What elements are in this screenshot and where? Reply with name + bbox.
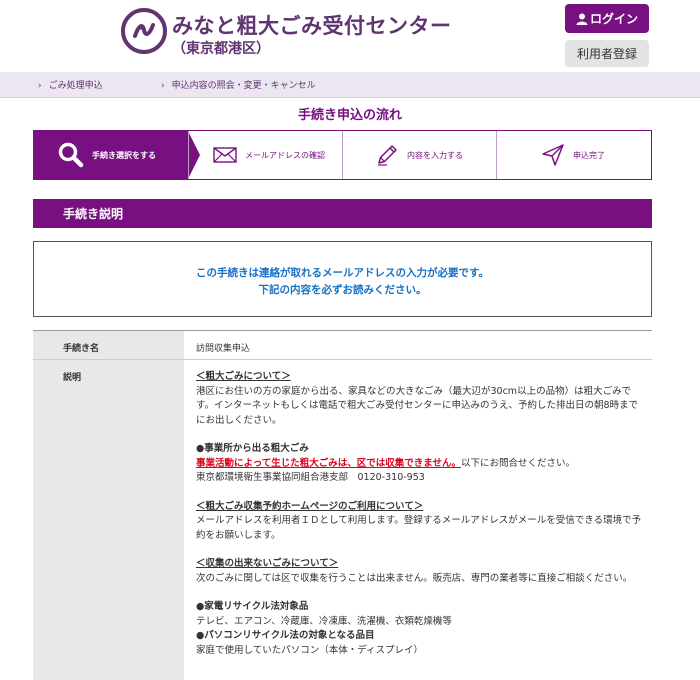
step-label: 手続き選択をする bbox=[92, 150, 156, 160]
login-label: ログイン bbox=[589, 12, 638, 26]
user-icon bbox=[576, 13, 588, 25]
procedure-name-header: 手続き名 bbox=[33, 331, 184, 359]
pencil-icon bbox=[375, 143, 399, 167]
desc-text-bulky: 港区にお住いの方の家庭から出る、家具などの大きなごみ（最大辺が30cm以上の品物… bbox=[196, 385, 639, 426]
nav-item-label: 申込内容の照会・変更・キャンセル bbox=[171, 81, 316, 91]
step-label: メールアドレスの確認 bbox=[245, 150, 325, 160]
mail-icon bbox=[213, 147, 237, 163]
notice-line-2: 下記の内容を必ずお読みください。 bbox=[258, 284, 427, 296]
description-header: 説明 bbox=[33, 360, 184, 680]
login-button[interactable]: ログイン bbox=[565, 4, 649, 33]
step-label: 申込完了 bbox=[573, 150, 605, 160]
chevron-right-icon: › bbox=[38, 81, 42, 91]
site-logo[interactable] bbox=[121, 8, 167, 54]
desc-heading-appliance: ●家電リサイクル法対象品 bbox=[196, 601, 309, 612]
desc-business-warning: 事業活動によって生じた粗大ごみは、区では収集できません。以下にお問合せください。 bbox=[196, 457, 644, 472]
warning-text: 事業活動によって生じた粗大ごみは、区では収集できません。 bbox=[196, 457, 461, 469]
step-confirm-email: メールアドレスの確認 bbox=[188, 131, 342, 179]
step-select-procedure: 手続き選択をする bbox=[34, 131, 200, 179]
desc-contact-lead: 以下にお問合せください。 bbox=[460, 457, 575, 469]
procedure-name-value: 訪問収集申込 bbox=[196, 344, 251, 354]
notice-line-1: この手続きは連絡が取れるメールアドレスの入力が必要です。 bbox=[196, 267, 489, 279]
logo-mark-icon bbox=[133, 23, 155, 38]
chevron-right-icon: › bbox=[161, 81, 165, 91]
search-icon bbox=[58, 142, 84, 168]
nav-item-inquiry-change-cancel[interactable]: › 申込内容の照会・変更・キャンセル bbox=[161, 78, 316, 91]
desc-heading-not-collectable: ＜収集の出来ないごみについて＞ bbox=[196, 558, 339, 569]
desc-text-website: メールアドレスを利用者ＩＤとして利用します。登録するメールアドレスがメールを受信… bbox=[196, 515, 642, 541]
step-enter-details: 内容を入力する bbox=[342, 131, 496, 179]
desc-text-not-collectable: 次のごみに関しては区で収集を行うことは出来ません。販売店、専門の業者等に直接ご相… bbox=[196, 572, 633, 584]
register-button[interactable]: 利用者登録 bbox=[565, 40, 649, 67]
site-subtitle: （東京都港区） bbox=[172, 41, 270, 57]
desc-text-pc: 家庭で使用していたパソコン（本体・ディスプレイ） bbox=[196, 644, 424, 656]
description-body: ＜粗大ごみについて＞ 港区にお住いの方の家庭から出る、家具などの大きなごみ（最大… bbox=[184, 360, 652, 658]
flow-title: 手続き申込の流れ bbox=[297, 108, 402, 123]
global-nav: › ごみ処理申込 › 申込内容の照会・変更・キャンセル bbox=[0, 72, 700, 98]
desc-heading-bulky: ＜粗大ごみについて＞ bbox=[196, 371, 291, 382]
step-complete: 申込完了 bbox=[496, 131, 651, 179]
nav-item-garbage-application[interactable]: › ごみ処理申込 bbox=[38, 78, 103, 91]
procedure-table: 手続き名 訪問収集申込 説明 ＜粗大ごみについて＞ 港区にお住いの方の家庭から出… bbox=[33, 330, 652, 680]
notice-box: この手続きは連絡が取れるメールアドレスの入力が必要です。 下記の内容を必ずお読み… bbox=[33, 241, 652, 317]
desc-heading-website: ＜粗大ごみ収集予約ホームページのご利用について＞ bbox=[196, 500, 424, 512]
desc-heading-business: ●事業所から出る粗大ごみ bbox=[196, 443, 309, 454]
nav-item-label: ごみ処理申込 bbox=[48, 81, 103, 91]
site-header: みなと粗大ごみ受付センター （東京都港区） ログイン 利用者登録 bbox=[0, 0, 700, 72]
flow-steps: 手続き選択をする メールアドレスの確認 内容を入力する 申込完了 bbox=[33, 130, 652, 180]
site-title[interactable]: みなと粗大ごみ受付センター bbox=[172, 10, 452, 40]
step-label: 内容を入力する bbox=[407, 150, 463, 160]
desc-contact: 東京都環境衛生事業協同組合港支部 0120-310-953 bbox=[196, 472, 425, 483]
section-heading: 手続き説明 bbox=[33, 199, 652, 228]
table-row-description: 説明 ＜粗大ごみについて＞ 港区にお住いの方の家庭から出る、家具などの大きなごみ… bbox=[33, 360, 652, 680]
send-icon bbox=[541, 143, 565, 167]
desc-text-appliance: テレビ、エアコン、冷蔵庫、冷凍庫、洗濯機、衣類乾燥機等 bbox=[196, 615, 452, 627]
desc-heading-pc: ●パソコンリサイクル法の対象となる品目 bbox=[196, 630, 375, 641]
table-row-procedure-name: 手続き名 訪問収集申込 bbox=[33, 331, 652, 360]
